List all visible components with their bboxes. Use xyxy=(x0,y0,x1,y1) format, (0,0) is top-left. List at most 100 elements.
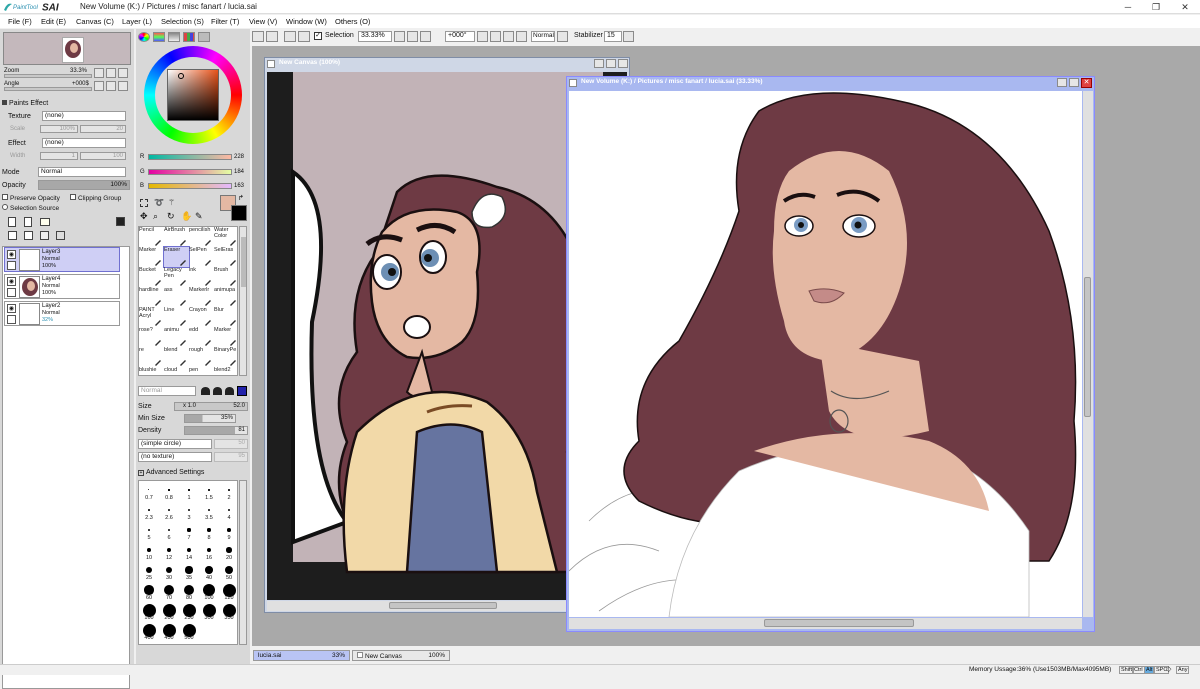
close-button[interactable]: ✕ xyxy=(1170,0,1200,14)
tool-selpen[interactable]: SelPen xyxy=(189,247,214,267)
clipping-group-checkbox[interactable]: Clipping Group xyxy=(70,194,121,202)
brush-size-preset[interactable]: 8 xyxy=(199,523,219,543)
min-size-slider[interactable]: 35% xyxy=(184,414,236,423)
canvas-maximize-button[interactable] xyxy=(1069,78,1079,87)
hsv-sliders-tab-icon[interactable] xyxy=(168,32,180,42)
lasso-icon[interactable]: ➰ xyxy=(154,198,164,207)
brush-size-preset[interactable]: 70 xyxy=(159,583,179,603)
tool-blend2[interactable]: blend2 xyxy=(214,367,237,375)
tool-paint-acryl[interactable]: PAINT Acryl xyxy=(139,307,164,327)
layer-row-layer2[interactable]: ◉ Layer2 Normal 32% xyxy=(4,301,120,326)
brush-size-preset[interactable]: 450 xyxy=(159,623,179,643)
magic-wand-icon[interactable]: ⚚ xyxy=(168,198,175,207)
brush-size-preset[interactable]: 60 xyxy=(139,583,159,603)
canvas-horizontal-scrollbar[interactable] xyxy=(569,618,1082,629)
menu-canvas[interactable]: Canvas (C) xyxy=(76,17,114,26)
size-slider[interactable]: x 1.0 52.0 xyxy=(174,402,248,411)
delete-layer-icon[interactable] xyxy=(56,231,65,240)
angle-slider[interactable] xyxy=(4,87,92,91)
canvas-vertical-scrollbar[interactable] xyxy=(1083,91,1093,617)
doc-tab-new-canvas[interactable]: New Canvas 100% xyxy=(352,650,450,661)
brush-shape-flat-icon[interactable] xyxy=(225,387,234,395)
selection-source-checkbox[interactable]: Selection Source xyxy=(2,204,59,212)
tool-crayon[interactable]: Crayon xyxy=(189,307,214,327)
brush-size-preset[interactable]: 500 xyxy=(179,623,199,643)
selection-checkbox[interactable]: ✓ xyxy=(314,32,322,40)
view-mode-select[interactable]: Normal xyxy=(531,31,555,42)
canvas-close-button[interactable]: ✕ xyxy=(1081,78,1092,88)
view-mode-button[interactable] xyxy=(557,31,568,42)
brush-shape-square-icon[interactable] xyxy=(237,386,247,396)
zoom-out-tb-button[interactable] xyxy=(394,31,405,42)
color-wheel-tab-icon[interactable] xyxy=(138,32,150,42)
brush-size-preset[interactable]: 5 xyxy=(139,523,159,543)
opacity-slider[interactable]: 100% xyxy=(38,180,130,190)
canvas-minimize-button[interactable] xyxy=(594,59,604,68)
eyedropper-icon[interactable]: ✎ xyxy=(195,211,203,222)
tool-cloud[interactable]: cloud xyxy=(164,367,189,375)
zoom-reset-button[interactable] xyxy=(118,68,128,78)
zoom-tool-icon[interactable]: ⌕ xyxy=(153,211,158,222)
effect-select[interactable]: (none) xyxy=(42,138,126,148)
canvas-scroll-thumb[interactable] xyxy=(389,602,497,609)
g-slider[interactable] xyxy=(148,169,232,175)
preserve-opacity-checkbox[interactable]: Preserve Opacity xyxy=(2,194,60,202)
rect-select-icon[interactable] xyxy=(140,199,148,207)
zoom-out-button[interactable] xyxy=(94,68,104,78)
brush-size-preset[interactable]: 0.8 xyxy=(159,483,179,503)
clear-layer-icon[interactable] xyxy=(40,231,49,240)
scale-strength[interactable]: 20 xyxy=(80,125,126,133)
brush-size-preset[interactable]: 120 xyxy=(219,583,239,603)
layer-row-layer4[interactable]: ◉ Layer4 Normal 100% xyxy=(4,274,120,299)
advanced-settings-toggle[interactable]: + Advanced Settings xyxy=(138,469,204,476)
canvas-vscroll-thumb[interactable] xyxy=(1084,277,1091,417)
canvas-window-title[interactable]: New Volume (K:) / Pictures / misc fanart… xyxy=(567,77,1094,89)
brush-size-preset[interactable]: 2 xyxy=(219,483,239,503)
texture-select[interactable]: (none) xyxy=(42,111,126,121)
brush-blend-mode-select[interactable]: Normal xyxy=(138,386,196,396)
menu-file[interactable]: File (F) xyxy=(8,17,32,26)
width-slider[interactable]: 1 xyxy=(40,152,78,160)
b-slider[interactable] xyxy=(148,183,232,189)
brush-size-preset[interactable]: 4 xyxy=(219,503,239,523)
brush-size-preset[interactable]: 1.5 xyxy=(199,483,219,503)
tool-animu[interactable]: animu xyxy=(164,327,189,347)
rotate-reset-button[interactable] xyxy=(118,81,128,91)
menu-layer[interactable]: Layer (L) xyxy=(122,17,152,26)
lock-toggle[interactable] xyxy=(7,315,16,324)
brush-size-preset[interactable]: 300 xyxy=(199,603,219,623)
swap-colors-icon[interactable]: ↱ xyxy=(238,194,244,202)
tool-pencil[interactable]: Pencil xyxy=(139,227,164,247)
width-strength[interactable]: 100 xyxy=(80,152,126,160)
brush-size-preset[interactable]: 10 xyxy=(139,543,159,563)
brush-size-preset[interactable]: 250 xyxy=(179,603,199,623)
brush-size-preset[interactable]: 2.3 xyxy=(139,503,159,523)
brush-size-preset[interactable]: 3.5 xyxy=(199,503,219,523)
tool-line[interactable]: Line xyxy=(164,307,189,327)
lucia-canvas-window[interactable]: New Volume (K:) / Pictures / misc fanart… xyxy=(566,76,1095,632)
saturation-value-square[interactable] xyxy=(167,69,219,121)
zoom-in-tb-button[interactable] xyxy=(407,31,418,42)
zoom-in-button[interactable] xyxy=(106,68,116,78)
minimize-button[interactable]: ─ xyxy=(1113,0,1143,14)
brush-size-preset[interactable]: 35 xyxy=(179,563,199,583)
brush-size-preset[interactable]: 100 xyxy=(199,583,219,603)
tool-blur[interactable]: Blur xyxy=(214,307,237,327)
tool-pencilish[interactable]: pencilish xyxy=(189,227,214,247)
tool-bucket[interactable]: Bucket xyxy=(139,267,164,287)
tool-airbrush[interactable]: AirBrush xyxy=(164,227,189,247)
secondary-color-swatch[interactable] xyxy=(231,205,247,221)
canvas-close-button[interactable] xyxy=(618,59,628,68)
hand-tool-icon[interactable]: ✋ xyxy=(181,211,192,222)
rotate-cw-tb-button[interactable] xyxy=(490,31,501,42)
menu-others[interactable]: Others (O) xyxy=(335,17,370,26)
brush-size-preset[interactable]: 2.6 xyxy=(159,503,179,523)
stabilizer-dropdown[interactable] xyxy=(623,31,634,42)
blend-mode-select[interactable]: Normal xyxy=(38,167,126,177)
tool-brush[interactable]: Brush xyxy=(214,267,237,287)
brush-size-preset[interactable]: 7 xyxy=(179,523,199,543)
r-value[interactable]: 228 xyxy=(234,154,244,160)
new-linework-layer-icon[interactable] xyxy=(24,217,32,227)
stabilizer-field[interactable]: 15 xyxy=(604,31,622,42)
menu-selection[interactable]: Selection (S) xyxy=(161,17,204,26)
